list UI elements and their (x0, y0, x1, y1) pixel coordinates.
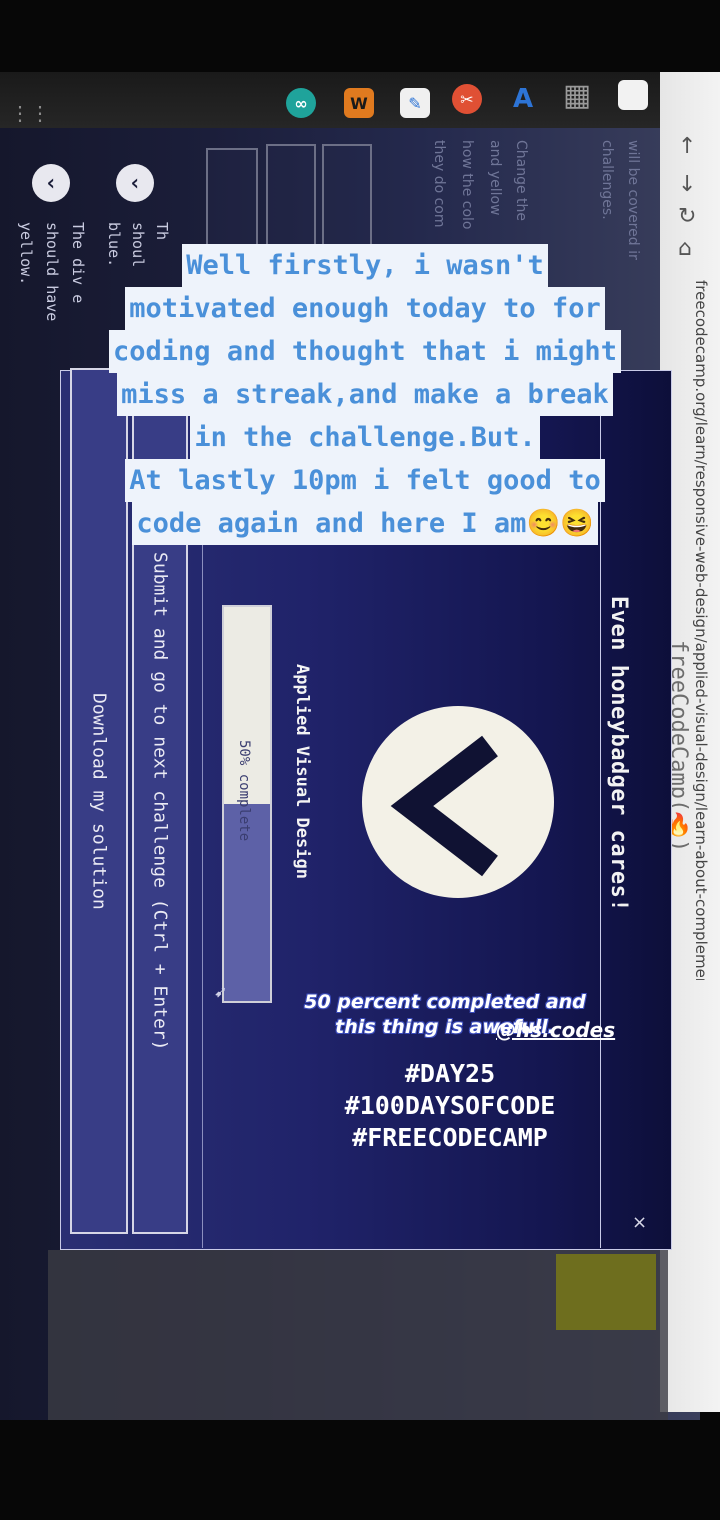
mouse-cursor-icon: ➹ (214, 982, 228, 1001)
caption-line: miss a streak,and make a break (117, 373, 613, 416)
caption-line: coding and thought that i might (109, 330, 621, 373)
hashtags: #DAY25 #100DAYSOFCODE #FREECODECAMP (320, 1058, 580, 1154)
close-icon[interactable]: × (632, 1212, 647, 1233)
caption-line: in the challenge.But. (190, 416, 540, 459)
extension-w-icon[interactable]: W (344, 88, 374, 118)
instruction-line: yellow. (17, 222, 35, 286)
download-button-label: Download my solution (88, 692, 110, 910)
address-bar[interactable]: freecodecamp.org/learn/responsive-web-de… (670, 280, 710, 980)
back-chevron-icon[interactable]: ‹ (116, 164, 154, 202)
hashtag[interactable]: #FREECODECAMP (320, 1122, 580, 1154)
extension-pen-icon[interactable]: ✎ (400, 88, 430, 118)
apps-grid-icon[interactable]: ⋮⋮ (10, 100, 50, 126)
description-line: Change the (513, 140, 529, 222)
progress-label: 50% complete (236, 740, 252, 842)
back-chevron-icon[interactable]: ‹ (32, 164, 70, 202)
extension-blank-icon[interactable] (618, 80, 648, 110)
back-arrow-icon[interactable]: ↑ (678, 134, 696, 159)
description-line: and yellow (487, 140, 503, 216)
description-line: challenges. (599, 140, 615, 220)
modal-title: Even honeybadger cares! (606, 596, 631, 913)
story-caption: Well firstly, i wasn't motivated enough … (60, 244, 670, 545)
submit-button-label: Submit and go to next challenge (Ctrl + … (149, 551, 171, 1051)
course-title: Applied Visual Design (292, 664, 312, 879)
caption-line: code again and here I am😊😆 (132, 502, 598, 545)
hashtag[interactable]: #DAY25 (320, 1058, 580, 1090)
home-icon[interactable]: ⌂ (678, 236, 692, 261)
forward-arrow-icon[interactable]: ↓ (678, 172, 696, 197)
description-line: will be covered in (625, 140, 641, 260)
caption-line: Well firstly, i wasn't (182, 244, 548, 287)
user-mention[interactable]: @hs.codes (496, 1018, 615, 1042)
reload-icon[interactable]: ↻ (678, 204, 696, 229)
description-line: they do com (431, 140, 447, 228)
caption-line: motivated enough today to for (125, 287, 605, 330)
caption-line: At lastly 10pm i felt good to (125, 459, 605, 502)
extension-doc-icon[interactable]: ▦ (562, 78, 592, 113)
extension-infinity-icon[interactable]: ∞ (286, 88, 316, 118)
description-line: how the colo (459, 140, 475, 230)
extension-red-icon[interactable]: ✂ (452, 84, 482, 114)
extension-azure-icon[interactable]: A (508, 84, 538, 114)
honeybadger-chevron-icon (362, 706, 554, 898)
hashtag[interactable]: #100DAYSOFCODE (320, 1090, 580, 1122)
preview-swatch (556, 1254, 656, 1330)
